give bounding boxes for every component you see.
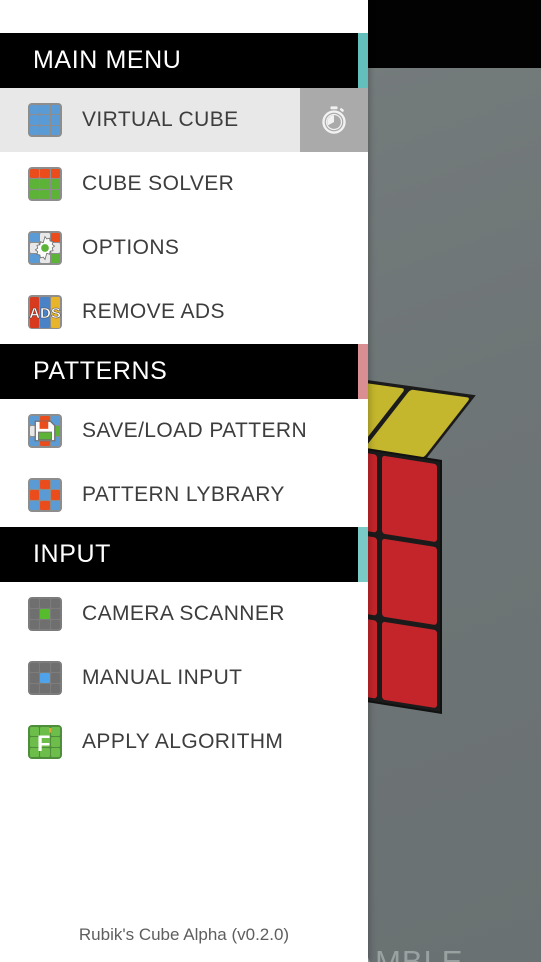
drawer-footer: Rubik's Cube Alpha (v0.2.0) [0, 908, 368, 962]
app-root: RAMBLE MAIN MENU VIRTUAL CUBE CUBE SOLVE… [0, 0, 541, 962]
menu-item-pattern-lybrary[interactable]: PATTERN LYBRARY [0, 463, 368, 527]
menu-item-cube-solver[interactable]: CUBE SOLVER [0, 152, 368, 216]
section-title: PATTERNS [33, 357, 168, 385]
section-header-main-menu: MAIN MENU [0, 33, 368, 88]
section-title: MAIN MENU [33, 46, 182, 74]
navigation-drawer: MAIN MENU VIRTUAL CUBE CUBE SOLVER OPTIO… [0, 0, 368, 962]
cube-green-fprime-icon: F ' [28, 725, 62, 759]
ads-icon: ADS [28, 295, 62, 329]
cube-gray-green-center-icon [28, 597, 62, 631]
cube-blue-icon [28, 103, 62, 137]
timer-button[interactable] [300, 88, 368, 152]
svg-text:': ' [48, 725, 52, 745]
menu-item-save-load-pattern[interactable]: SAVE/LOAD PATTERN [0, 399, 368, 463]
app-version-label: Rubik's Cube Alpha (v0.2.0) [78, 925, 290, 944]
menu-item-virtual-cube[interactable]: VIRTUAL CUBE [0, 88, 368, 152]
section-accent-bar [358, 33, 368, 88]
drawer-top-spacer [0, 0, 368, 33]
menu-item-apply-algorithm[interactable]: F ' APPLY ALGORITHM [0, 710, 368, 774]
stopwatch-icon [322, 106, 346, 134]
section-accent-bar [358, 527, 368, 582]
section-header-input: INPUT [0, 527, 368, 582]
menu-item-label: PATTERN LYBRARY [82, 483, 285, 506]
cube-gray-blue-center-icon [28, 661, 62, 695]
menu-item-label: CAMERA SCANNER [82, 602, 285, 625]
ads-text-glyph: ADS [28, 295, 62, 329]
menu-item-label: REMOVE ADS [82, 300, 225, 323]
menu-item-manual-input[interactable]: MANUAL INPUT [0, 646, 368, 710]
menu-item-remove-ads[interactable]: ADS REMOVE ADS [0, 280, 368, 344]
section-title: INPUT [33, 540, 111, 568]
menu-item-options[interactable]: OPTIONS [0, 216, 368, 280]
menu-item-label: MANUAL INPUT [82, 666, 243, 689]
gear-glyph [28, 231, 62, 265]
menu-item-label: SAVE/LOAD PATTERN [82, 419, 308, 442]
svg-text:ADS: ADS [29, 305, 61, 322]
menu-item-label: VIRTUAL CUBE [82, 108, 239, 131]
floppy-cube-icon [28, 414, 62, 448]
section-accent-bar [358, 344, 368, 399]
menu-item-label: CUBE SOLVER [82, 172, 235, 195]
cube-checker-icon [28, 478, 62, 512]
f-prime-glyph: F ' [28, 725, 62, 759]
floppy-disk-glyph [28, 414, 62, 448]
menu-item-label: OPTIONS [82, 236, 180, 259]
menu-item-label: APPLY ALGORITHM [82, 730, 284, 753]
gear-cube-icon [28, 231, 62, 265]
cube-orange-green-icon [28, 167, 62, 201]
section-header-patterns: PATTERNS [0, 344, 368, 399]
menu-item-camera-scanner[interactable]: CAMERA SCANNER [0, 582, 368, 646]
